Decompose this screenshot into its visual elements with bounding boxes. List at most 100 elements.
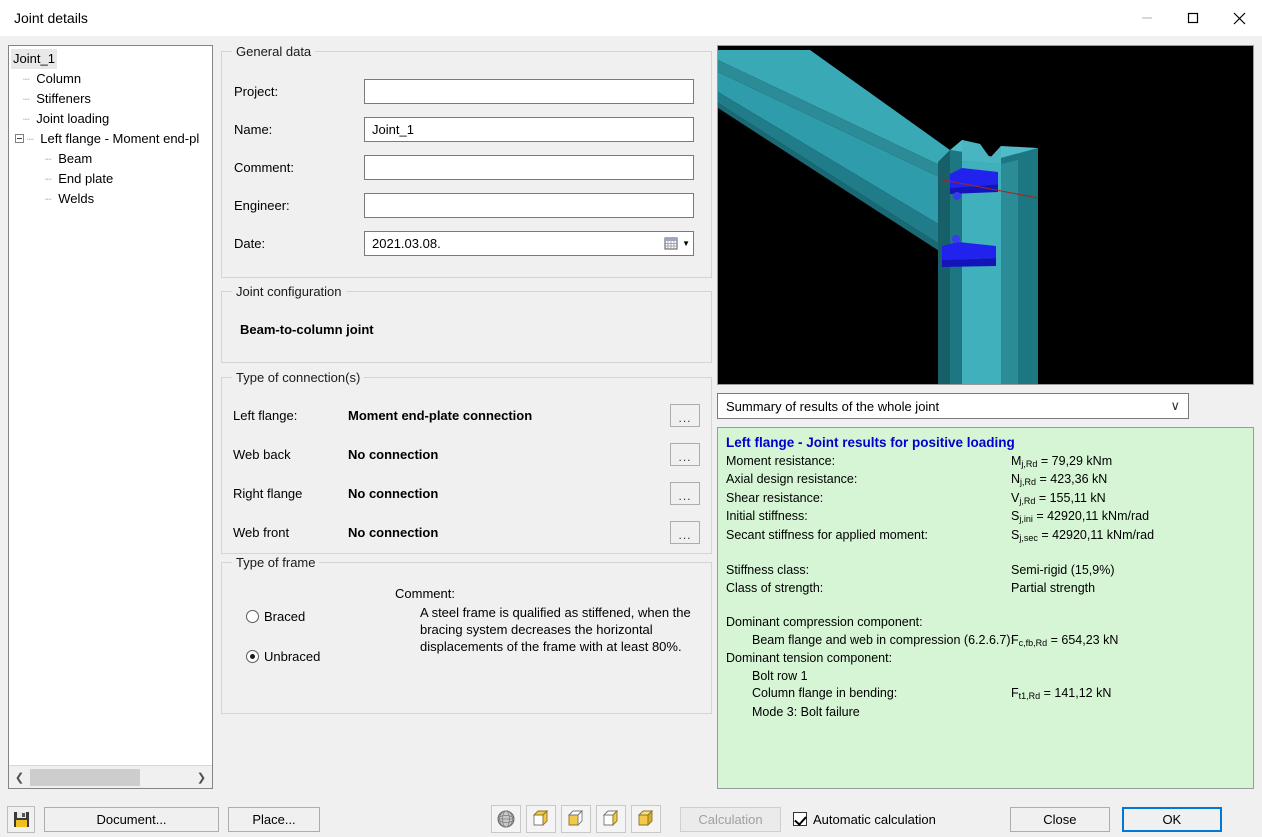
3d-joint-viewport[interactable] xyxy=(717,45,1254,385)
document-button[interactable]: Document... xyxy=(44,806,219,832)
tree-item-joint-1[interactable]: Joint_1 xyxy=(11,49,212,69)
date-value: 2021.03.08. xyxy=(372,235,441,251)
results-panel[interactable]: Left flange - Joint results for positive… xyxy=(717,427,1254,789)
scroll-left-icon[interactable]: ❮ xyxy=(9,767,30,788)
result-label: Class of strength: xyxy=(726,580,824,595)
project-input[interactable] xyxy=(364,78,694,104)
calculation-button[interactable]: Calculation xyxy=(680,806,781,832)
scroll-right-icon[interactable]: ❯ xyxy=(191,767,212,788)
date-input[interactable]: 2021.03.08. ▼ xyxy=(364,230,694,256)
column-web-front xyxy=(962,161,1001,384)
joint-tree-panel[interactable]: Joint_1 ┈ Column ┈ Stiffeners ┈ Joint lo… xyxy=(8,45,213,789)
result-row: Moment resistance: Mj,Rd = 79,29 kNm xyxy=(726,453,1245,472)
chevron-down-icon[interactable]: ▼ xyxy=(682,239,690,248)
tree-connector-icon: ┈ xyxy=(23,74,30,86)
connection-types-title: Type of connection(s) xyxy=(232,370,365,385)
wireframe-sphere-icon xyxy=(497,810,515,828)
shaded-cube-button[interactable] xyxy=(561,805,591,833)
result-label: Stiffness class: xyxy=(726,563,810,577)
radio-label: Unbraced xyxy=(264,649,321,664)
tree-item-end-plate[interactable]: ┈ End plate xyxy=(11,169,212,189)
engineer-label: Engineer: xyxy=(234,197,290,213)
result-value: Partial strength xyxy=(1011,580,1096,595)
tree-item-stiffeners[interactable]: ┈ Stiffeners xyxy=(11,89,212,109)
close-dialog-button[interactable]: Close xyxy=(1009,806,1110,832)
project-row: Project: xyxy=(234,78,704,104)
connection-browse-button[interactable]: ... xyxy=(670,404,700,427)
tree-horizontal-scrollbar[interactable]: ❮ ❯ xyxy=(9,765,212,788)
comment-input[interactable] xyxy=(364,154,694,180)
scrollbar-thumb[interactable] xyxy=(30,768,140,786)
result-row: Axial design resistance: Nj,Rd = 423,36 … xyxy=(726,471,1245,490)
date-row: Date: 2021.03.08. ▼ xyxy=(234,230,704,256)
joint-3d-model xyxy=(718,46,1253,384)
result-row: Mode 3: Bolt failure xyxy=(726,704,1245,722)
frame-type-title: Type of frame xyxy=(232,555,320,570)
date-picker-controls[interactable]: ▼ xyxy=(664,236,690,250)
tree-item-label: Column xyxy=(36,71,82,86)
calendar-icon[interactable] xyxy=(664,236,678,250)
frame-comment-title: Comment: xyxy=(395,586,455,601)
connection-label: Right flange xyxy=(233,486,303,501)
hidden-line-cube-button[interactable] xyxy=(596,805,626,833)
save-button[interactable] xyxy=(7,805,35,833)
radio-unbraced[interactable]: Unbraced xyxy=(246,649,320,664)
close-button[interactable] xyxy=(1216,0,1262,36)
tree-item-left-flange[interactable]: ┈ Left flange - Moment end-pl xyxy=(11,129,212,149)
radio-braced[interactable]: Braced xyxy=(246,609,305,624)
name-input[interactable]: Joint_1 xyxy=(364,116,694,142)
connection-browse-button[interactable]: ... xyxy=(670,443,700,466)
results-view-select[interactable]: Summary of results of the whole joint ∨ xyxy=(717,393,1189,419)
wireframe-sphere-button[interactable] xyxy=(491,805,521,833)
tree-item-beam[interactable]: ┈ Beam xyxy=(11,149,212,169)
tree-item-column[interactable]: ┈ Column xyxy=(11,69,212,89)
result-spacer xyxy=(726,597,1245,614)
maximize-button[interactable] xyxy=(1170,0,1216,36)
result-row: Secant stiffness for applied moment: Sj,… xyxy=(726,527,1245,546)
place-button[interactable]: Place... xyxy=(228,806,320,832)
wireframe-cube-button[interactable] xyxy=(526,805,556,833)
radio-icon-selected[interactable] xyxy=(246,650,259,663)
checkbox-icon[interactable] xyxy=(793,812,807,826)
tree-item-welds[interactable]: ┈ Welds xyxy=(11,189,212,209)
scrollbar-track[interactable] xyxy=(30,766,191,788)
radio-icon[interactable] xyxy=(246,610,259,623)
solid-cube-button[interactable] xyxy=(631,805,661,833)
comment-label: Comment: xyxy=(234,159,294,175)
joint-tree[interactable]: Joint_1 ┈ Column ┈ Stiffeners ┈ Joint lo… xyxy=(9,46,212,764)
result-value: Ft1,Rd = 141,12 kN xyxy=(1011,686,1112,701)
joint-configuration-title: Joint configuration xyxy=(232,284,346,299)
automatic-calculation-checkbox[interactable]: Automatic calculation xyxy=(793,812,936,827)
result-value: Mj,Rd = 79,29 kNm xyxy=(1011,453,1113,469)
wireframe-cube-icon xyxy=(532,809,549,827)
connection-row-web-front: Web front No connection ... xyxy=(222,518,711,547)
tree-item-label: Welds xyxy=(58,191,95,206)
bolt-row-2 xyxy=(952,235,960,243)
hidden-line-cube-icon xyxy=(602,809,619,827)
result-value: Semi-rigid (15,9%) xyxy=(1011,563,1115,577)
minimize-button[interactable] xyxy=(1124,0,1170,36)
view-mode-toolbar[interactable] xyxy=(491,805,661,833)
connection-browse-button[interactable]: ... xyxy=(670,521,700,544)
ok-button[interactable]: OK xyxy=(1121,806,1222,832)
chevron-down-icon[interactable]: ∨ xyxy=(1170,398,1180,414)
joint-configuration-value: Beam-to-column joint xyxy=(240,322,374,337)
window-titlebar: Joint details xyxy=(0,0,1262,36)
result-row: Initial stiffness: Sj,ini = 42920,11 kNm… xyxy=(726,508,1245,527)
tree-item-label: Joint loading xyxy=(36,111,110,126)
project-label: Project: xyxy=(234,83,279,99)
collapse-expander-icon[interactable] xyxy=(15,134,24,144)
connection-browse-button[interactable]: ... xyxy=(670,482,700,505)
tree-connector-icon: ┈ xyxy=(45,154,52,166)
frame-type-group: Type of frame Braced Unbraced Comment: A… xyxy=(221,555,712,714)
result-value: Vj,Rd = 155,11 kN xyxy=(1011,490,1106,506)
tree-item-joint-loading[interactable]: ┈ Joint loading xyxy=(11,109,212,129)
engineer-input[interactable] xyxy=(364,192,694,218)
result-label: Initial stiffness: xyxy=(726,509,808,523)
connection-row-web-back: Web back No connection ... xyxy=(222,440,711,469)
tree-item-label: Beam xyxy=(58,151,93,166)
tree-connector-icon: ┈ xyxy=(23,94,30,106)
date-label: Date: xyxy=(234,235,266,251)
result-row: Beam flange and web in compression (6.2.… xyxy=(726,632,1245,651)
result-label: Secant stiffness for applied moment: xyxy=(726,527,928,542)
